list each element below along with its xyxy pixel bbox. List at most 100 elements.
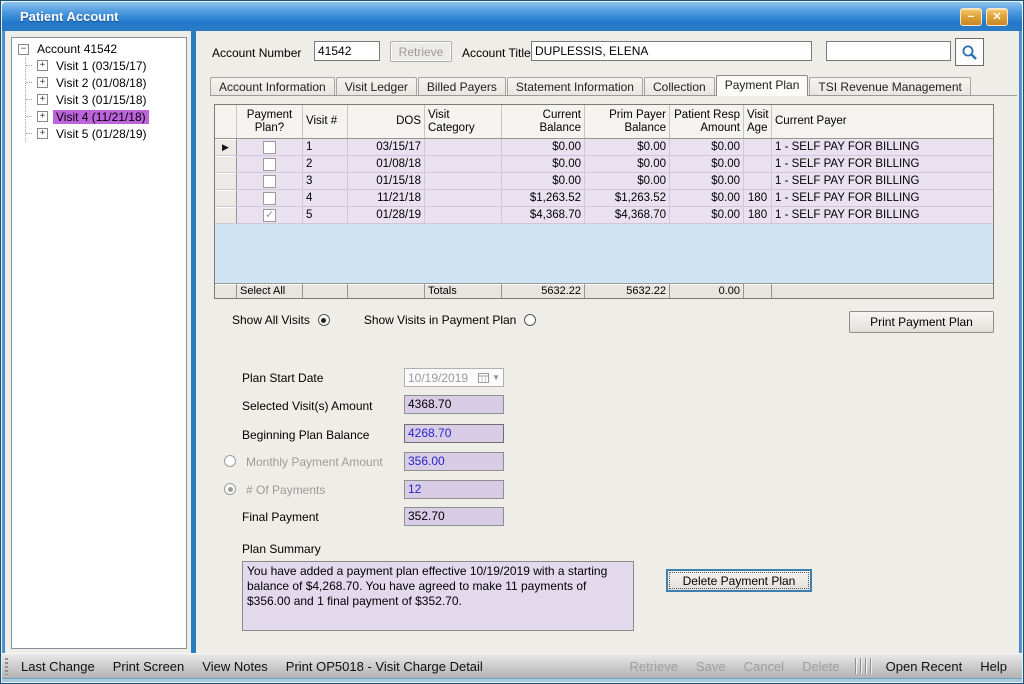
search-button[interactable] [955,38,984,66]
account-tree: − Account 41542 + Visit 1 (03/15/17) + Visi… [11,37,187,649]
row-selector[interactable] [215,173,237,189]
plan-summary-box: You have added a payment plan effective … [242,561,634,631]
num-payments-field[interactable]: 12 [404,480,504,499]
current-payer-cell: 1 - SELF PAY FOR BILLING [772,207,993,223]
account-number-input[interactable] [314,41,380,61]
expand-icon[interactable]: + [37,60,48,71]
grid-col-header-4: Visit Category [425,105,502,138]
show-all-visits-radio[interactable] [318,314,330,326]
expand-icon[interactable]: + [37,128,48,139]
panel-splitter[interactable] [191,31,196,653]
final-payment-field[interactable]: 352.70 [404,507,504,526]
tree-item-label[interactable]: Visit 4 (11/21/18) [53,110,149,124]
tab-payment-plan[interactable]: Payment Plan [716,75,809,96]
patient-account-window: Patient Account − ✕ − Account 41542 +Vis… [0,0,1024,684]
select-all-button[interactable]: Select All [237,284,303,298]
statusbar-item-help[interactable]: Help [971,659,1016,674]
plan-start-date-label: Plan Start Date [242,371,323,385]
statusbar-item-print-op5018-visit-charge-detail[interactable]: Print OP5018 - Visit Charge Detail [277,659,492,674]
tree-item-visit-2[interactable]: + Visit 2 (01/08/18) [26,74,186,91]
toolbar-grip-icon [5,658,8,675]
tree-item-label[interactable]: Visit 2 (01/08/18) [53,76,150,90]
tree-item-visit-3[interactable]: + Visit 3 (01/15/18) [26,91,186,108]
visit-age-cell: 180 [744,190,772,206]
tab-billed-payers[interactable]: Billed Payers [418,77,506,95]
row-selector[interactable]: ▶ [215,139,237,155]
payment-plan-checkbox[interactable] [263,192,276,205]
prim-payer-balance-cell: $0.00 [585,156,670,172]
current-balance-cell: $0.00 [502,139,585,155]
current-balance-cell: $1,263.52 [502,190,585,206]
plan-start-date-field: 10/19/2019 ▼ [404,368,504,387]
grid-col-header-3: DOS [348,105,425,138]
statusbar-item-print-screen[interactable]: Print Screen [104,659,194,674]
payment-plan-checkbox[interactable] [263,158,276,171]
tab-statement-information[interactable]: Statement Information [507,77,643,95]
visit-category-cell [425,207,502,223]
close-button[interactable]: ✕ [986,8,1008,26]
tab-strip: Account InformationVisit LedgerBilled Pa… [210,75,1017,96]
account-title-input[interactable] [531,41,812,61]
row-selector[interactable] [215,190,237,206]
tree-item-visit-1[interactable]: + Visit 1 (03/15/17) [26,57,186,74]
tab-visit-ledger[interactable]: Visit Ledger [336,77,417,95]
tree-root-account[interactable]: − Account 41542 [12,38,186,57]
dos-cell: 03/15/17 [348,139,425,155]
quick-search-input[interactable] [826,41,951,61]
patient-resp-amount-cell: $0.00 [670,190,744,206]
payment-plan-checkbox-cell [237,173,303,189]
grid-col-header-5: Current Balance [502,105,585,138]
prim-payer-balance-cell: $0.00 [585,139,670,155]
tab-account-information[interactable]: Account Information [210,77,335,95]
current-payer-cell: 1 - SELF PAY FOR BILLING [772,190,993,206]
statusbar-item-open-recent[interactable]: Open Recent [877,659,972,674]
visit-filter-row: Show All Visits Show Visits in Payment P… [232,313,536,327]
window-edge-left [2,31,5,678]
tree-item-label[interactable]: Visit 1 (03/15/17) [53,59,150,73]
tab-collection[interactable]: Collection [644,77,715,95]
payment-plan-checkbox-cell [237,190,303,206]
row-selector[interactable] [215,207,237,223]
tab-tsi-revenue-management[interactable]: TSI Revenue Management [809,77,970,95]
plan-start-date-value: 10/19/2019 [408,371,468,385]
row-selector[interactable] [215,156,237,172]
print-payment-plan-button[interactable]: Print Payment Plan [849,311,994,333]
tree-item-visit-4[interactable]: + Visit 4 (11/21/18) [26,108,186,125]
visit-number-cell: 1 [303,139,348,155]
visit-age-cell [744,156,772,172]
selected-visits-amount-field[interactable]: 4368.70 [404,395,504,414]
tree-item-label[interactable]: Visit 3 (01/15/18) [53,93,150,107]
account-title-label: Account Title [462,46,531,60]
window-edge-bottom [2,678,1022,682]
beginning-plan-balance-field[interactable]: 4268.70 [404,424,504,443]
statusbar-item-view-notes[interactable]: View Notes [193,659,277,674]
date-dropdown-arrow: ▼ [492,373,500,382]
tree-root-label[interactable]: Account 41542 [34,42,120,56]
expand-icon[interactable]: + [37,94,48,105]
payment-plan-checkbox[interactable] [263,175,276,188]
dos-cell: 11/21/18 [348,190,425,206]
statusbar-item-last-change[interactable]: Last Change [12,659,104,674]
tree-item-visit-5[interactable]: + Visit 5 (01/28/19) [26,125,186,142]
show-plan-visits-radio[interactable] [524,314,536,326]
dos-cell: 01/28/19 [348,207,425,223]
tree-item-label[interactable]: Visit 5 (01/28/19) [53,127,150,141]
monthly-payment-amount-field[interactable]: 356.00 [404,452,504,471]
prim-payer-balance-cell: $0.00 [585,173,670,189]
minimize-button[interactable]: − [960,8,982,26]
final-payment-label: Final Payment [242,510,319,524]
grid-row-visit-4: 411/21/18$1,263.52$1,263.52$0.001801 - S… [215,190,993,207]
statusbar-item-cancel: Cancel [735,659,793,674]
payment-plan-checkbox[interactable] [263,209,276,222]
current-balance-cell: $4,368.70 [502,207,585,223]
current-row-arrow-icon: ▶ [222,142,229,153]
expand-icon[interactable]: + [37,111,48,122]
collapse-icon[interactable]: − [18,44,29,55]
totals-label: Totals [425,284,502,298]
expand-icon[interactable]: + [37,77,48,88]
show-all-visits-label: Show All Visits [232,313,310,327]
num-payments-radio[interactable] [224,483,236,495]
payment-plan-checkbox[interactable] [263,141,276,154]
delete-payment-plan-button[interactable]: Delete Payment Plan [666,569,812,592]
monthly-payment-radio[interactable] [224,455,236,467]
